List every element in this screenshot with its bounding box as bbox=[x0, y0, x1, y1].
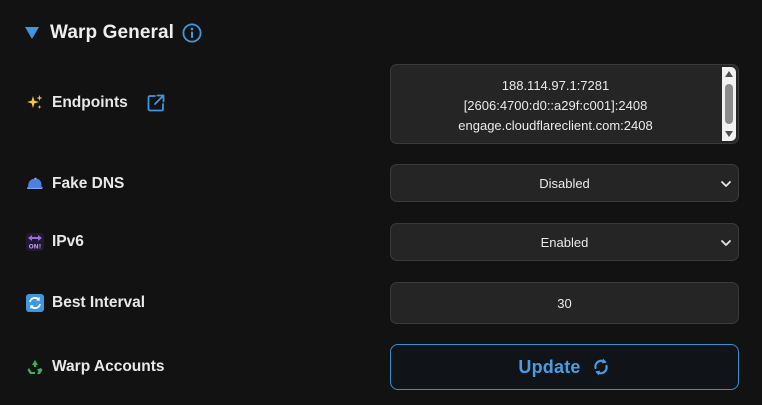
warp-accounts-label-row: Warp Accounts bbox=[26, 358, 165, 376]
repeat-icon bbox=[26, 294, 44, 312]
svg-text:ON!: ON! bbox=[29, 244, 42, 251]
fake-dns-label-row: Fake DNS bbox=[26, 175, 124, 193]
on-arrows-icon: ON! bbox=[26, 233, 44, 251]
update-button[interactable]: Update bbox=[390, 344, 739, 390]
endpoint-line: [2606:4700:d0::a29f:c001]:2408 bbox=[463, 98, 648, 113]
warp-general-panel: Warp General Endpoints 188.114.97.1:7281… bbox=[0, 0, 762, 405]
endpoint-line: engage.cloudflareclient.com:2408 bbox=[458, 118, 653, 133]
sparkles-icon bbox=[27, 95, 43, 109]
ipv6-label: IPv6 bbox=[52, 233, 84, 250]
cap-icon bbox=[27, 177, 43, 189]
fake-dns-select[interactable]: Disabled bbox=[390, 164, 739, 202]
section-toggle[interactable]: Warp General bbox=[24, 22, 174, 44]
fake-dns-value: Disabled bbox=[539, 175, 590, 191]
best-interval-input[interactable]: 30 bbox=[390, 282, 739, 324]
warp-accounts-label: Warp Accounts bbox=[52, 358, 165, 375]
endpoints-textarea[interactable]: 188.114.97.1:7281[2606:4700:d0::a29f:c00… bbox=[390, 64, 739, 144]
scroll-down-arrow-icon[interactable] bbox=[725, 131, 733, 137]
external-link-icon[interactable] bbox=[146, 93, 166, 113]
endpoints-label: Endpoints bbox=[52, 94, 128, 111]
chevron-down-icon bbox=[721, 181, 731, 187]
endpoint-line: 188.114.97.1:7281 bbox=[501, 78, 610, 93]
chevron-down-icon bbox=[721, 240, 731, 246]
ipv6-value: Enabled bbox=[540, 234, 589, 250]
ipv6-label-row: ON! IPv6 bbox=[26, 233, 84, 251]
scroll-up-arrow-icon[interactable] bbox=[725, 71, 733, 77]
recycle-icon bbox=[27, 360, 43, 374]
fake-dns-label: Fake DNS bbox=[52, 175, 125, 192]
update-button-label: Update bbox=[518, 356, 581, 377]
sync-icon bbox=[593, 358, 608, 376]
section-header: Warp General bbox=[24, 20, 202, 46]
endpoints-text: 188.114.97.1:7281[2606:4700:d0::a29f:c00… bbox=[391, 76, 720, 136]
best-interval-value: 30 bbox=[557, 295, 572, 311]
triangle-down-icon bbox=[25, 27, 39, 39]
info-icon[interactable] bbox=[182, 23, 202, 43]
endpoints-label-row: Endpoints bbox=[26, 93, 166, 113]
endpoints-scrollbar[interactable] bbox=[722, 67, 736, 141]
ipv6-select[interactable]: Enabled bbox=[390, 223, 739, 261]
best-interval-label-row: Best Interval bbox=[26, 294, 145, 312]
scroll-thumb[interactable] bbox=[725, 84, 733, 124]
section-title: Warp General bbox=[50, 22, 175, 43]
best-interval-label: Best Interval bbox=[52, 294, 146, 311]
